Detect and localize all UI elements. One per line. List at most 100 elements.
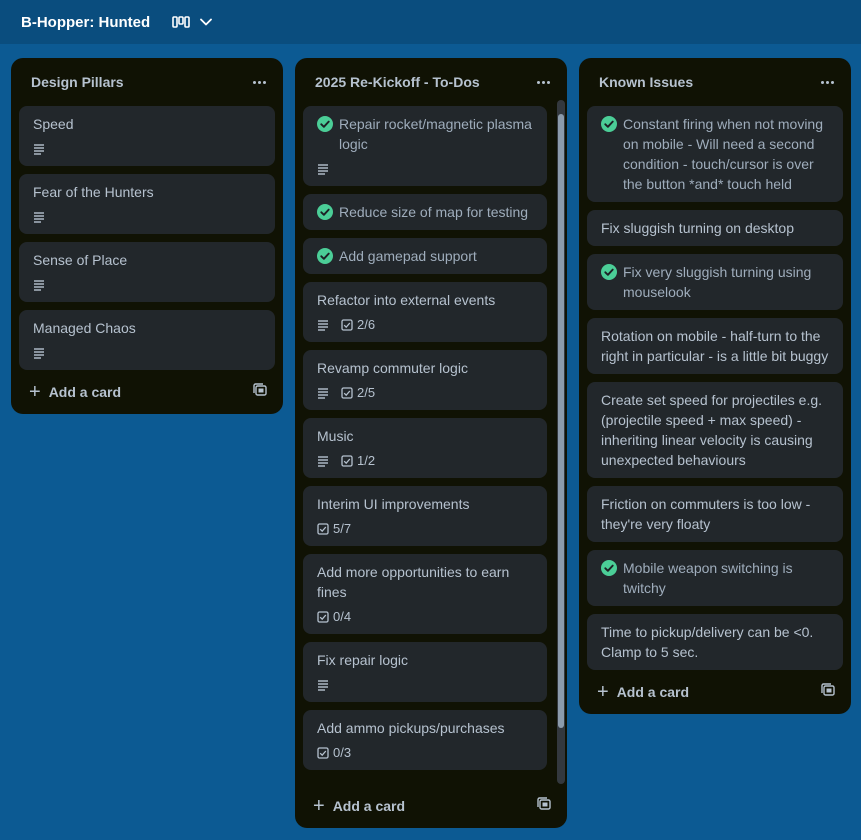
card[interactable]: Reduce size of map for testing xyxy=(303,194,547,230)
card[interactable]: Create set speed for projectiles e.g. (p… xyxy=(587,382,843,478)
description-icon xyxy=(33,347,45,359)
card-title-row: Add gamepad support xyxy=(317,246,533,266)
card-title: Fix very sluggish turning using mouseloo… xyxy=(623,264,812,300)
card-title-row: Revamp commuter logic xyxy=(317,358,533,378)
card[interactable]: Mobile weapon switching is twitchy xyxy=(587,550,843,606)
complete-check-icon[interactable] xyxy=(317,116,333,132)
card[interactable]: Revamp commuter logic 2/5 xyxy=(303,350,547,410)
card-title-row: Mobile weapon switching is twitchy xyxy=(601,558,829,598)
checklist-count: 2/6 xyxy=(357,317,376,332)
complete-check-icon[interactable] xyxy=(601,264,617,280)
card[interactable]: Time to pickup/delivery can be <0. Clamp… xyxy=(587,614,843,670)
list-title[interactable]: Design Pillars xyxy=(31,74,124,90)
board-title[interactable]: B-Hopper: Hunted xyxy=(21,14,150,31)
list-menu-icon[interactable] xyxy=(815,70,839,94)
card-title-row: Speed xyxy=(33,114,261,134)
card[interactable]: Rotation on mobile - half-turn to the ri… xyxy=(587,318,843,374)
list-menu-icon[interactable] xyxy=(531,70,555,94)
checklist-icon xyxy=(341,319,353,331)
checklist-icon xyxy=(341,455,353,467)
description-icon xyxy=(317,679,329,691)
card[interactable]: Constant firing when not moving on mobil… xyxy=(587,106,843,202)
view-switcher[interactable] xyxy=(172,15,213,29)
card-title: Fix sluggish turning on desktop xyxy=(601,220,794,236)
card-title-row: Repair rocket/magnetic plasma logic xyxy=(317,114,533,154)
plus-icon: + xyxy=(313,795,325,817)
complete-check-icon[interactable] xyxy=(317,204,333,220)
card-title: Speed xyxy=(33,116,74,132)
scrollbar[interactable] xyxy=(557,100,565,784)
card[interactable]: Refactor into external events 2/6 xyxy=(303,282,547,342)
card-title: Revamp commuter logic xyxy=(317,360,468,376)
board-view-icon[interactable] xyxy=(172,15,190,29)
list-title[interactable]: Known Issues xyxy=(599,74,693,90)
card-title: Add gamepad support xyxy=(339,248,477,264)
description-icon xyxy=(33,211,45,223)
add-card-label: Add a card xyxy=(616,684,690,700)
card-scroll-area[interactable]: Repair rocket/magnetic plasma logic Reduc… xyxy=(303,106,547,784)
card[interactable]: Fix very sluggish turning using mouseloo… xyxy=(587,254,843,310)
card-title: Fear of the Hunters xyxy=(33,184,154,200)
description-icon xyxy=(317,319,329,331)
add-card-button[interactable]: + Add a card xyxy=(597,682,689,702)
list-menu-icon[interactable] xyxy=(247,70,271,94)
card-title-row: Fix repair logic xyxy=(317,650,533,670)
board-header: B-Hopper: Hunted xyxy=(0,0,861,44)
card-title-row: Music xyxy=(317,426,533,446)
card-title: Interim UI improvements xyxy=(317,496,470,512)
card-title: Create set speed for projectiles e.g. (p… xyxy=(601,392,823,468)
list-title[interactable]: 2025 Re-Kickoff - To-Dos xyxy=(315,74,480,90)
checklist-badge: 1/2 xyxy=(341,451,375,471)
card[interactable]: Sense of Place xyxy=(19,242,275,302)
chevron-down-icon[interactable] xyxy=(200,18,213,26)
checklist-count: 0/4 xyxy=(333,609,352,624)
plus-icon: + xyxy=(597,681,609,703)
complete-check-icon[interactable] xyxy=(601,560,617,576)
card-title: Add ammo pickups/purchases xyxy=(317,720,505,736)
card[interactable]: Music 1/2 xyxy=(303,418,547,478)
add-card-button[interactable]: + Add a card xyxy=(313,796,405,816)
card-badges: 0/3 xyxy=(317,744,533,762)
card[interactable]: Speed xyxy=(19,106,275,166)
description-icon xyxy=(317,387,329,399)
card[interactable]: Add ammo pickups/purchases 0/3 xyxy=(303,710,547,770)
scrollbar-thumb[interactable] xyxy=(558,114,564,728)
card[interactable]: Add more opportunities to earn fines 0/4 xyxy=(303,554,547,634)
add-card-label: Add a card xyxy=(332,798,406,814)
card-title-row: Create set speed for projectiles e.g. (p… xyxy=(601,390,829,470)
card-title: Friction on commuters is too low - they'… xyxy=(601,496,811,532)
card[interactable]: Interim UI improvements 5/7 xyxy=(303,486,547,546)
complete-check-icon[interactable] xyxy=(317,248,333,264)
card-title-row: Friction on commuters is too low - they'… xyxy=(601,494,829,534)
checklist-icon xyxy=(317,523,329,535)
card-title: Repair rocket/magnetic plasma logic xyxy=(339,116,532,152)
card[interactable]: Add gamepad support xyxy=(303,238,547,274)
card[interactable]: Fix sluggish turning on desktop xyxy=(587,210,843,246)
card[interactable]: Fear of the Hunters xyxy=(19,174,275,234)
card-title: Constant firing when not moving on mobil… xyxy=(623,116,823,192)
add-card-row: + Add a card xyxy=(587,670,843,714)
list-re-kickoff-todos: 2025 Re-Kickoff - To-Dos Repair rocket/m… xyxy=(295,58,567,828)
complete-check-icon[interactable] xyxy=(601,116,617,132)
card-title: Rotation on mobile - half-turn to the ri… xyxy=(601,328,829,364)
card-title: Reduce size of map for testing xyxy=(339,204,529,220)
card-badges xyxy=(33,276,261,294)
card-badges: 0/4 xyxy=(317,608,533,626)
card[interactable]: Managed Chaos xyxy=(19,310,275,370)
template-icon[interactable] xyxy=(537,796,551,816)
template-icon[interactable] xyxy=(821,682,835,702)
card-badges xyxy=(317,676,533,694)
checklist-icon xyxy=(317,747,329,759)
list-design-pillars: Design Pillars Speed Fear of the Hunters S… xyxy=(11,58,283,414)
card-title-row: Rotation on mobile - half-turn to the ri… xyxy=(601,326,829,366)
checklist-icon xyxy=(317,611,329,623)
checklist-badge: 2/5 xyxy=(341,383,375,403)
template-icon[interactable] xyxy=(253,382,267,402)
card-title: Refactor into external events xyxy=(317,292,496,308)
add-card-button[interactable]: + Add a card xyxy=(29,382,121,402)
card[interactable]: Friction on commuters is too low - they'… xyxy=(587,486,843,542)
card[interactable]: Fix repair logic xyxy=(303,642,547,702)
card-badges xyxy=(33,344,261,362)
card[interactable]: Repair rocket/magnetic plasma logic xyxy=(303,106,547,186)
checklist-badge: 0/3 xyxy=(317,743,351,763)
